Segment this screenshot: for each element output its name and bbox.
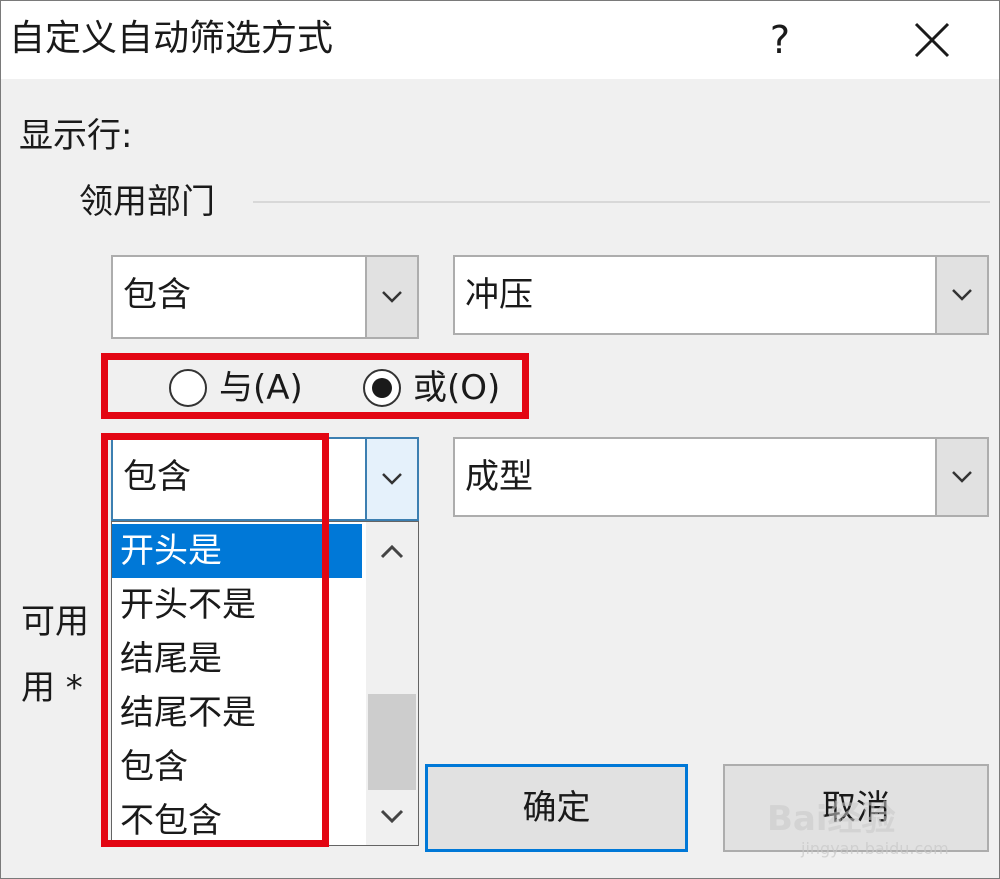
chevron-down-icon xyxy=(382,473,402,485)
scrollbar-thumb[interactable] xyxy=(368,694,416,790)
condition2-value-text: 成型 xyxy=(465,457,533,497)
chevron-down-icon xyxy=(952,289,972,301)
scroll-up-button[interactable] xyxy=(366,526,418,578)
field-name-label: 领用部门 xyxy=(79,182,215,222)
condition1-value-select[interactable]: 冲压 xyxy=(453,255,989,335)
condition1-operator-select[interactable]: 包含 xyxy=(111,255,419,339)
chevron-up-icon xyxy=(380,545,404,559)
custom-autofilter-dialog: 自定义自动筛选方式 ? 显示行: 领用部门 包含 冲压 与(A) 或(O) 包含 xyxy=(0,0,1000,879)
scroll-down-button[interactable] xyxy=(366,790,418,842)
condition1-operator-dropdown-button[interactable] xyxy=(365,257,417,337)
condition1-value-dropdown-button[interactable] xyxy=(935,257,987,333)
condition2-value-select[interactable]: 成型 xyxy=(453,437,989,517)
condition1-operator-value: 包含 xyxy=(123,275,191,315)
condition2-value-dropdown-button[interactable] xyxy=(935,439,987,515)
help-button[interactable]: ? xyxy=(756,9,804,71)
ok-button[interactable]: 确定 xyxy=(425,764,688,852)
highlight-box-dropdown xyxy=(101,433,329,847)
dialog-title: 自定义自动筛选方式 xyxy=(9,18,334,59)
condition1-value-text: 冲压 xyxy=(465,275,533,315)
chevron-down-icon xyxy=(952,471,972,483)
chevron-down-icon xyxy=(382,291,402,303)
close-icon xyxy=(914,22,950,58)
chevron-down-icon xyxy=(380,809,404,823)
title-bar: 自定义自动筛选方式 ? xyxy=(1,1,999,79)
show-rows-label: 显示行: xyxy=(19,116,133,156)
watermark-brand: Bai经验 xyxy=(767,799,896,839)
condition2-operator-dropdown-button[interactable] xyxy=(365,439,417,519)
hint-line2: 用 * xyxy=(21,668,83,708)
dropdown-scrollbar[interactable] xyxy=(366,522,418,845)
highlight-box-logic xyxy=(101,353,529,419)
hint-line1: 可用 xyxy=(21,602,89,642)
watermark-url: jingyan.baidu.com xyxy=(801,839,949,858)
close-button[interactable] xyxy=(901,9,963,71)
group-divider xyxy=(253,201,990,203)
